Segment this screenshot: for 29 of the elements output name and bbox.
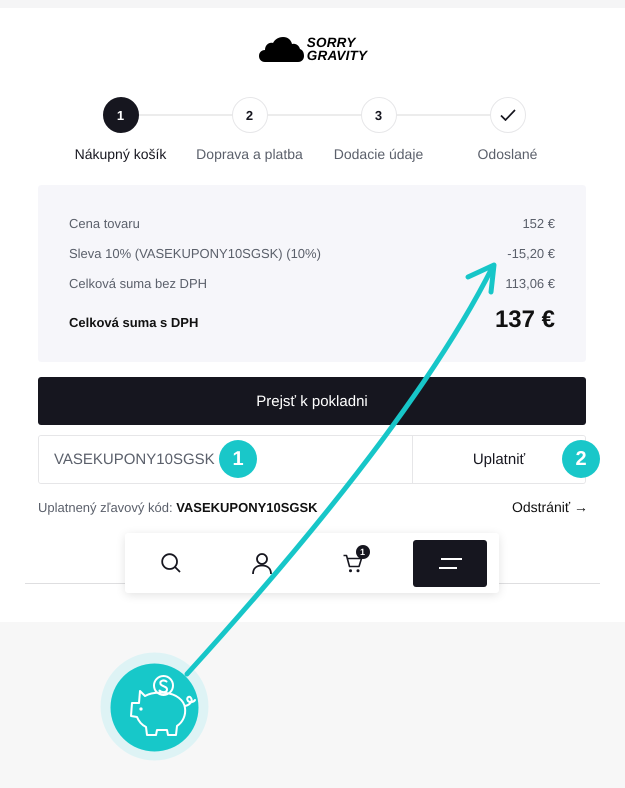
remove-link[interactable]: Odstrániť → <box>512 499 588 515</box>
menu-button[interactable] <box>413 540 487 586</box>
cloud-logo-icon <box>258 37 304 62</box>
total-value: 137 € <box>494 306 555 334</box>
cart-button[interactable]: 1 <box>307 540 398 586</box>
search-icon <box>160 553 180 573</box>
summary-value: 152 € <box>522 216 555 232</box>
menu-icon <box>438 558 462 568</box>
step-label: Doprava a platba <box>196 146 303 163</box>
step-label: Nákupný košík <box>74 146 166 163</box>
step-label: Dodacie údaje <box>334 146 424 163</box>
step-marker: 3 <box>360 97 396 133</box>
summary-label: Cena tovaru <box>69 216 140 232</box>
check-icon <box>500 109 516 121</box>
step-marker: 1 <box>102 97 138 133</box>
summary-value: -15,20 € <box>507 246 555 262</box>
logo-wordmark: SORRY GRAVITY <box>306 37 368 62</box>
applied-code-text: Uplatnený zľavový kód: VASEKUPONY10SGSK <box>38 500 318 514</box>
total-label: Celková suma s DPH <box>69 315 198 331</box>
user-icon <box>252 552 272 574</box>
checkout-button[interactable]: Prejsť k pokladni <box>38 377 586 425</box>
piggy-bank-icon <box>100 652 208 760</box>
cart-count-badge: 1 <box>356 544 370 558</box>
summary-value: 113,06 € <box>505 276 555 292</box>
step-marker: 2 <box>232 97 268 133</box>
cart-icon <box>342 554 362 572</box>
summary-label: Celková suma bez DPH <box>69 276 207 292</box>
step-label: Odoslané <box>478 146 538 163</box>
summary-label: Sleva 10% (VASEKUPONY10SGSK) (10%) <box>69 246 321 262</box>
